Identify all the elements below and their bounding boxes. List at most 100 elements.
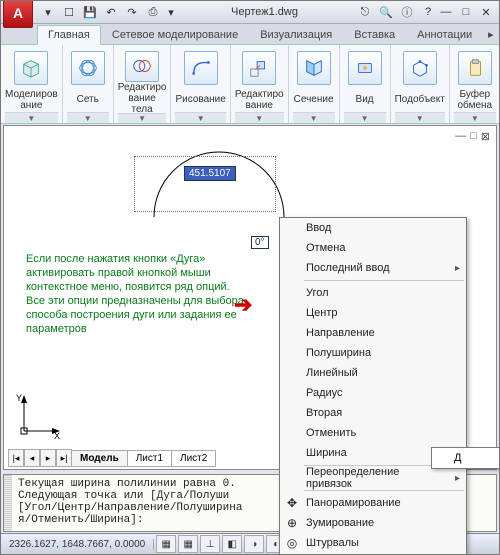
status-snap-icon[interactable]: ▦: [156, 535, 176, 553]
tab-nav-first[interactable]: |◂: [8, 449, 24, 467]
status-polar-icon[interactable]: ◧: [222, 535, 242, 553]
arrow-icon: ➔: [234, 292, 252, 318]
menu-label: Ввод: [306, 222, 331, 234]
menu-label: Полуширина: [306, 347, 371, 359]
status-grid-icon[interactable]: ▦: [178, 535, 198, 553]
dynamic-input-angle[interactable]: 0°: [251, 236, 269, 249]
panel-expand-icon[interactable]: ▼: [395, 112, 445, 123]
context-menu-item[interactable]: ✥ Панорамирование: [280, 493, 466, 513]
express-icon[interactable]: ⎋: [356, 3, 374, 21]
panel-expand-icon[interactable]: ▼: [344, 112, 386, 123]
submenu-flyout[interactable]: Д: [431, 447, 500, 469]
menu-label: Радиус: [306, 387, 343, 399]
section-icon[interactable]: [297, 51, 331, 85]
svg-text:Y: Y: [16, 393, 22, 403]
status-ortho-icon[interactable]: ⊥: [200, 535, 220, 553]
mesh-icon[interactable]: [71, 51, 105, 85]
box-icon[interactable]: [14, 51, 48, 85]
layout-tab-model[interactable]: Модель: [71, 450, 128, 467]
info-icon[interactable]: ⓘ: [398, 3, 416, 21]
context-menu-item[interactable]: Последний ввод: [280, 258, 466, 278]
menu-label: Угол: [306, 287, 329, 299]
context-menu-item[interactable]: Направление: [280, 323, 466, 343]
context-menu-item[interactable]: Отменить: [280, 423, 466, 443]
panel-expand-icon[interactable]: ▼: [118, 113, 167, 123]
qat-print-icon[interactable]: ⎙: [144, 3, 162, 21]
tab-insert[interactable]: Вставка: [343, 25, 406, 44]
panel-expand-icon[interactable]: ▼: [5, 112, 58, 123]
doc-min-icon[interactable]: —: [455, 130, 466, 143]
window-controls: — □ ✕: [437, 3, 495, 21]
context-menu-item[interactable]: Ввод: [280, 218, 466, 238]
menu-label: Вторая: [306, 407, 342, 419]
minimize-button[interactable]: —: [437, 3, 455, 21]
dynamic-input-distance[interactable]: 451.5107: [184, 166, 236, 181]
cmd-grip-icon[interactable]: [4, 475, 12, 531]
context-menu-item[interactable]: Радиус: [280, 383, 466, 403]
tab-more-icon[interactable]: ▸: [483, 24, 499, 44]
panel-modeling: Моделиров ание ▼: [1, 45, 63, 123]
solidedit-icon[interactable]: [125, 51, 159, 82]
layout-tab-sheet2[interactable]: Лист2: [171, 450, 216, 467]
clipboard-icon[interactable]: [458, 51, 492, 85]
qat-drop-icon[interactable]: ▾: [165, 3, 177, 21]
doc-max-icon[interactable]: □: [470, 130, 477, 143]
menu-label: Зумирование: [306, 517, 374, 529]
menu-label: Панорамирование: [306, 497, 401, 509]
panel-expand-icon[interactable]: ▼: [175, 112, 225, 123]
help-icon[interactable]: ?: [419, 3, 437, 21]
qat-redo-icon[interactable]: ↷: [123, 3, 141, 21]
context-menu-item[interactable]: Отмена: [280, 238, 466, 258]
menu-label: Линейный: [306, 367, 358, 379]
menu-icon: ✥: [284, 495, 300, 511]
qat-new-icon[interactable]: ▾: [39, 3, 57, 21]
qat-open-icon[interactable]: ☐: [60, 3, 78, 21]
tab-mesh[interactable]: Сетевое моделирование: [101, 25, 249, 44]
modify-icon[interactable]: [242, 51, 276, 85]
context-menu-item[interactable]: Вторая: [280, 403, 466, 423]
context-menu-item[interactable]: ◎Штурвалы: [280, 533, 466, 553]
tab-nav-next[interactable]: ▸: [40, 449, 56, 467]
doc-close-icon[interactable]: ⊠: [481, 130, 490, 143]
menu-label: Отмена: [306, 242, 345, 254]
panel-expand-icon[interactable]: ▼: [293, 112, 335, 123]
panel-label: Рисование: [175, 89, 225, 111]
context-menu-item[interactable]: Полуширина: [280, 343, 466, 363]
panel-expand-icon[interactable]: ▼: [454, 112, 496, 123]
maximize-button[interactable]: □: [457, 3, 475, 21]
panel-label: Сечение: [294, 89, 334, 111]
context-menu-item[interactable]: Переопределение привязок: [280, 468, 466, 488]
panel-clipboard: Буфер обмена ▼: [450, 45, 500, 123]
panel-expand-icon[interactable]: ▼: [67, 112, 109, 123]
context-menu-item[interactable]: Линейный: [280, 363, 466, 383]
tab-visual[interactable]: Визуализация: [249, 25, 343, 44]
tab-annotate[interactable]: Аннотации: [406, 25, 483, 44]
close-button[interactable]: ✕: [477, 3, 495, 21]
menu-label: Отменить: [306, 427, 356, 439]
context-menu-item[interactable]: Угол: [280, 283, 466, 303]
qat-save-icon[interactable]: 💾: [81, 3, 99, 21]
panel-expand-icon[interactable]: ▼: [235, 112, 284, 123]
ribbon-tabs: Главная Сетевое моделирование Визуализац…: [1, 24, 499, 44]
status-osnap-icon[interactable]: ◑: [244, 535, 264, 553]
tab-home[interactable]: Главная: [37, 25, 101, 45]
qat-undo-icon[interactable]: ↶: [102, 3, 120, 21]
selection-rect: [134, 156, 276, 212]
tab-nav-last[interactable]: ▸|: [56, 449, 72, 467]
panel-solidedit: Редактиро вание тела ▼: [114, 45, 172, 123]
panel-view: Вид ▼: [340, 45, 391, 123]
subobject-icon[interactable]: [403, 51, 437, 85]
tab-nav-prev[interactable]: ◂: [24, 449, 40, 467]
view-icon[interactable]: [348, 51, 382, 85]
context-menu-item[interactable]: ⊕Зумирование: [280, 513, 466, 533]
context-menu: Ввод Отмена Последний ввод Угол ЦентрНаправл…: [279, 217, 467, 555]
layout-tab-sheet1[interactable]: Лист1: [127, 450, 172, 467]
draw-icon[interactable]: [184, 51, 218, 85]
search-icon[interactable]: 🔍: [377, 3, 395, 21]
app-menu-button[interactable]: A: [3, 0, 33, 28]
panel-label: Сеть: [77, 89, 99, 111]
context-menu-item[interactable]: Центр: [280, 303, 466, 323]
status-coords[interactable]: 2326.1627, 1648.7667, 0.0000: [1, 539, 154, 550]
svg-text:X: X: [54, 431, 60, 441]
annotation-text: Если после нажатия кнопки «Дуга» активир…: [26, 252, 246, 336]
